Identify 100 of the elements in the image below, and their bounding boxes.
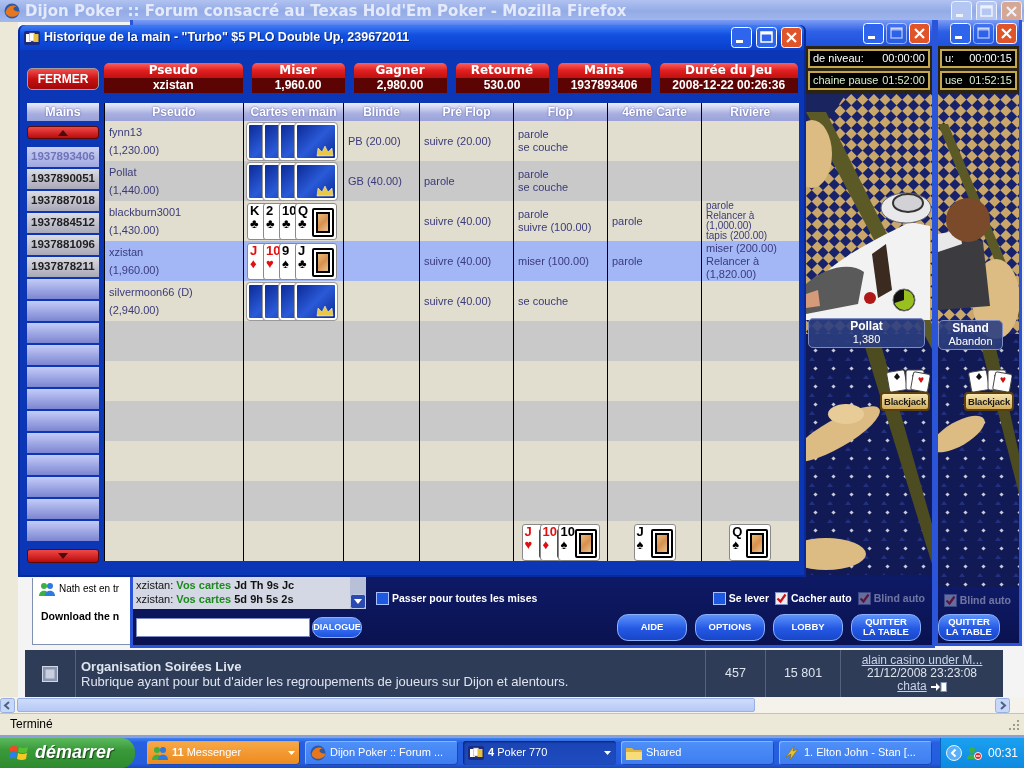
table-action-button[interactable]: QUITTER LA TABLE [851,613,921,641]
checkbox[interactable] [712,592,726,605]
taskbar-button[interactable]: Shared [621,741,774,765]
playing-card: J ♠ [633,524,676,561]
chat-scrollbar[interactable] [350,575,366,609]
table-row[interactable]: Pollat (1,440.00) GB (40.00) parole parole se couche [104,161,799,201]
empty-list-slot [27,301,99,321]
checkbox-label[interactable]: Cacher auto [791,592,852,605]
last-post-author[interactable]: chata [897,680,927,693]
player-stack: (1,960.00) [109,263,161,278]
blackjack-button[interactable]: Blackjack [964,392,1014,411]
blackjack-button[interactable]: Blackjack [880,392,930,411]
timer-label: u: [945,51,955,66]
summary-label: Durée du Jeu [659,63,798,78]
chat-input[interactable] [136,617,310,637]
contacts-icon [39,582,55,596]
table-action-button[interactable]: AIDE [617,613,687,641]
playing-card: J ♣ [295,242,337,280]
hand-list-item[interactable]: 1937881096 [27,235,99,255]
summary-value: 2,980.00 [353,78,447,93]
globe-icon [310,745,326,761]
checkbox-label[interactable]: Se lever [728,592,769,605]
forum-description: Rubrique ayant pour but d'aider les regroupements de joueurs sur Dijon et alentours. [81,673,569,689]
summary-label: Pseudo [104,63,243,78]
table-action-button[interactable]: QUITTER LA TABLE [938,613,1000,641]
contacts-icon [152,746,168,760]
column-header: Mains [27,103,99,121]
player-name: fynn13 [109,125,144,140]
column-header: 4éme Carte [607,103,702,121]
action-text: parole se couche [518,128,570,154]
action-text: miser (100.00) [518,254,590,268]
empty-list-slot [27,345,99,365]
column-header: Cartes en main [243,103,344,121]
scroll-down-button[interactable] [27,549,99,563]
lightning-icon [784,745,800,761]
scroll-left-button[interactable] [0,697,15,713]
status-text: Terminé [10,717,53,732]
globe-icon [4,3,20,19]
action-text: suivre (40.00) [424,254,493,268]
action-text: parole [612,254,644,268]
checkbox-label[interactable]: Passer pour toutes les mises [392,592,538,605]
taskbar-button[interactable]: 1. Elton John - Stan [... [779,741,932,765]
close-button[interactable]: FERMER [27,68,99,90]
scroll-up-button[interactable] [27,126,99,139]
player-name: silvermoon66 (D) [109,285,194,300]
table-row[interactable]: silvermoon66 (D) (2,940.00) suivre (40.00) se couche [104,281,799,321]
dialog-title: Historique de la main - "Turbo" $5 PLO Double Up, 239672011 [44,30,410,45]
minimize-button[interactable] [951,0,972,22]
player-stack: (1,430.00) [109,223,161,238]
table-row[interactable]: fynn13 (1,230.00) PB (20.00) suivre (20.00) parole se couche [104,121,799,161]
hand-list-item[interactable]: 1937887018 [27,191,99,211]
messenger-status-icon[interactable] [966,745,982,761]
summary-label: Retourné [455,63,549,78]
checkbox-label: Blind auto [873,592,925,605]
table-action-button[interactable]: LOBBY [773,613,843,641]
playing-cards-icon [886,368,930,392]
chat-message: xzistan: Vos cartes 5d 9h 5s 2s [136,592,295,606]
column-header: Rivière [701,103,799,121]
empty-list-slot [27,411,99,431]
playing-card: Q ♠ [729,524,772,561]
horizontal-scrollbar[interactable] [0,697,1024,713]
summary-value: 2008-12-22 00:26:36 [659,78,798,93]
action-text: suivre (20.00) [424,134,493,148]
hand-list-item[interactable]: 1937884512 [27,213,99,233]
action-text: parole suivre (100.00) [518,208,593,234]
player-name: Pollat [850,320,883,333]
table-action-button[interactable]: OPTIONS [695,613,765,641]
download-link[interactable]: Download the n [41,610,130,623]
hand-list-item[interactable]: 1937878211 [27,257,99,277]
player-status: 1,380 [852,333,881,346]
empty-list-slot [27,367,99,387]
taskbar-button[interactable]: 4 Poker 770 [463,741,616,765]
player-name: Pollat [109,165,138,180]
last-post-link[interactable]: alain casino under M... [861,654,983,667]
column-header: Pseudo [104,103,244,121]
scrollbar-thumb[interactable] [17,698,755,712]
scroll-right-button[interactable] [995,697,1010,713]
checkbox[interactable] [376,592,389,605]
go-to-post-icon[interactable] [930,681,947,692]
column-header: Flop [513,103,608,121]
crown-icon [316,184,334,197]
resize-grip-icon[interactable] [1008,718,1020,731]
hand-list-item[interactable]: 1937890051 [27,169,99,189]
action-text: parole [424,174,456,188]
chevron-left-icon[interactable] [946,745,962,761]
player-stack: (1,230.00) [109,143,161,158]
close-button[interactable] [1001,0,1022,22]
checkbox[interactable] [775,592,788,605]
taskbar-button[interactable]: Dijon Poker :: Forum ... [305,741,458,765]
start-button[interactable]: démarrer [0,738,135,768]
playing-card: 10 ♠ [557,524,600,561]
dialogue-button[interactable]: DIALOGUE [312,616,362,638]
maximize-button[interactable] [976,0,997,22]
forum-title[interactable]: Organisation Soirées Live [81,658,242,674]
empty-list-slot [27,323,99,343]
column-header: Pré Flop [419,103,514,121]
player-name: xzistan [109,245,145,260]
topic-count: 457 [725,666,746,681]
chat-message: xzistan: Vos cartes Jd Th 9s Jc [136,578,296,592]
dropdown-caret-icon[interactable] [604,751,611,755]
